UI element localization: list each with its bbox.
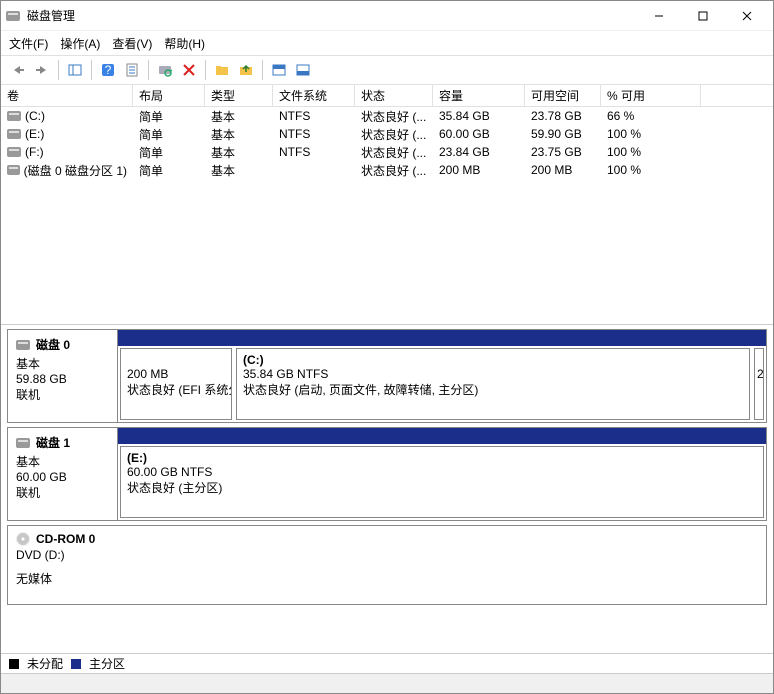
table-row[interactable]: (E:)简单基本NTFS状态良好 (...60.00 GB59.90 GB100… [1,125,773,143]
disk-management-window: 磁盘管理 文件(F) 操作(A) 查看(V) 帮助(H) ? [0,0,774,694]
cdrom-icon [16,532,30,546]
maximize-button[interactable] [681,2,725,30]
col-status[interactable]: 状态 [355,85,433,106]
col-filesystem[interactable]: 文件系统 [273,85,355,106]
disk-graphical-panel: 磁盘 0 基本 59.88 GB 联机 200 MB 状态良好 (EFI 系统分… [1,325,773,653]
disk-content: 磁盘 0 基本 59.88 GB 联机 200 MB 状态良好 (EFI 系统分… [1,325,773,653]
legend-swatch-unallocated [9,659,19,669]
forward-button[interactable] [31,59,53,81]
list-bottom-icon[interactable] [292,59,314,81]
disk-0-partition-c[interactable]: (C:) 35.84 GB NTFS 状态良好 (启动, 页面文件, 故障转储,… [236,348,750,420]
list-top-icon[interactable] [268,59,290,81]
volume-list-panel: 卷 布局 类型 文件系统 状态 容量 可用空间 % 可用 (C:)简单基本NTF… [1,85,773,325]
menu-help[interactable]: 帮助(H) [164,35,205,52]
titlebar: 磁盘管理 [1,1,773,31]
app-icon [5,8,21,24]
back-button[interactable] [7,59,29,81]
disk-0-partition-tail[interactable]: 2 [754,348,764,420]
show-hide-panel-button[interactable] [64,59,86,81]
disk-1-partition-e[interactable]: (E:) 60.00 GB NTFS 状态良好 (主分区) [120,446,764,518]
new-folder-icon[interactable] [211,59,233,81]
disk-row-1: 磁盘 1 基本 60.00 GB 联机 (E:) 60.00 GB NTFS 状… [7,427,767,521]
volume-icon [7,165,20,175]
disk-icon [16,438,30,448]
window-title: 磁盘管理 [27,7,637,24]
disk-1-label[interactable]: 磁盘 1 基本 60.00 GB 联机 [8,428,118,520]
disk-0-partition-efi[interactable]: 200 MB 状态良好 (EFI 系统分 [120,348,232,420]
volume-rows: (C:)简单基本NTFS状态良好 (...35.84 GB23.78 GB66 … [1,107,773,324]
col-layout[interactable]: 布局 [133,85,205,106]
disk-row-0: 磁盘 0 基本 59.88 GB 联机 200 MB 状态良好 (EFI 系统分… [7,329,767,423]
legend-primary: 主分区 [89,655,125,672]
disk-icon [16,340,30,350]
menu-file[interactable]: 文件(F) [9,35,48,52]
table-row[interactable]: (F:)简单基本NTFS状态良好 (...23.84 GB23.75 GB100… [1,143,773,161]
col-volume[interactable]: 卷 [1,85,133,106]
disk-1-stripe [118,428,766,444]
close-button[interactable] [725,2,769,30]
menubar: 文件(F) 操作(A) 查看(V) 帮助(H) [1,31,773,55]
volume-icon [7,129,21,139]
svg-text:?: ? [105,63,112,77]
volume-icon [7,147,21,157]
delete-icon[interactable] [178,59,200,81]
menu-action[interactable]: 操作(A) [60,35,100,52]
volume-icon [7,111,21,121]
col-free[interactable]: 可用空间 [525,85,601,106]
volume-list-header: 卷 布局 类型 文件系统 状态 容量 可用空间 % 可用 [1,85,773,107]
disk-0-stripe [118,330,766,346]
table-row[interactable]: (磁盘 0 磁盘分区 1)简单基本状态良好 (...200 MB200 MB10… [1,161,773,179]
legend-unallocated: 未分配 [27,655,63,672]
properties-icon[interactable] [121,59,143,81]
table-row[interactable]: (C:)简单基本NTFS状态良好 (...35.84 GB23.78 GB66 … [1,107,773,125]
col-capacity[interactable]: 容量 [433,85,525,106]
export-icon[interactable] [235,59,257,81]
disk-row-cd: CD-ROM 0 DVD (D:) 无媒体 [7,525,767,605]
legend: 未分配 主分区 [1,653,773,673]
menu-view[interactable]: 查看(V) [112,35,152,52]
col-type[interactable]: 类型 [205,85,273,106]
legend-swatch-primary [71,659,81,669]
refresh-icon[interactable] [154,59,176,81]
toolbar: ? [1,55,773,85]
window-controls [637,2,769,30]
col-percent[interactable]: % 可用 [601,85,701,106]
statusbar [1,673,773,693]
cdrom-label[interactable]: CD-ROM 0 DVD (D:) 无媒体 [8,526,766,604]
help-icon[interactable]: ? [97,59,119,81]
disk-0-label[interactable]: 磁盘 0 基本 59.88 GB 联机 [8,330,118,422]
minimize-button[interactable] [637,2,681,30]
